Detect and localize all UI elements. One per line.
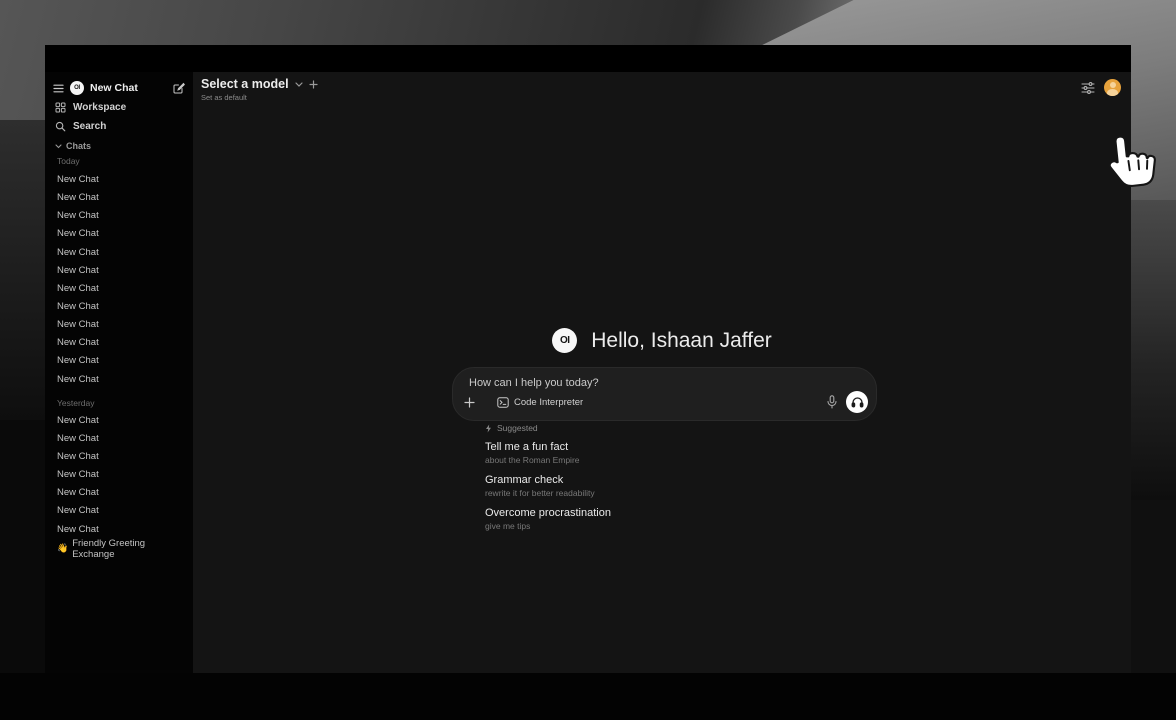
app-logo: OI: [70, 81, 84, 95]
new-chat-icon[interactable]: [173, 82, 185, 94]
app-window: OI New Chat Workspace Search: [45, 45, 1131, 673]
main-area: Select a model Set as default OI: [193, 72, 1131, 673]
suggested-prompt-title: Overcome procrastination: [485, 507, 805, 520]
code-interpreter-label: Code Interpreter: [514, 397, 583, 408]
chat-list-item[interactable]: New Chat: [45, 371, 193, 389]
chat-list-item[interactable]: New Chat: [45, 207, 193, 225]
sidebar-header: OI New Chat: [53, 78, 185, 98]
attach-plus-icon[interactable]: [464, 397, 475, 408]
chat-list-yesterday: New ChatNew ChatNew ChatNew ChatNew Chat…: [45, 412, 193, 539]
microphone-icon[interactable]: [827, 395, 837, 409]
input-controls: Code Interpreter: [453, 391, 876, 413]
sidebar: OI New Chat Workspace Search: [45, 72, 193, 673]
suggested-label: Suggested: [497, 423, 538, 433]
chat-input-card[interactable]: How can I help you today? Code Interpret…: [452, 367, 877, 421]
chat-list-item[interactable]: New Chat: [45, 412, 193, 430]
chat-list-item[interactable]: New Chat: [45, 334, 193, 352]
bolt-icon: [485, 424, 492, 433]
grid-icon: [55, 102, 66, 113]
desktop: OI New Chat Workspace Search: [0, 0, 1176, 720]
chat-list-item[interactable]: New Chat: [45, 225, 193, 243]
wallpaper-right: [1130, 200, 1176, 500]
sidebar-toggle-icon[interactable]: [53, 84, 64, 93]
suggested-prompt[interactable]: Tell me a fun fact about the Roman Empir…: [485, 441, 805, 466]
sidebar-item-search[interactable]: Search: [45, 117, 193, 136]
input-right-controls: [827, 391, 868, 413]
chat-list-today: New ChatNew ChatNew ChatNew ChatNew Chat…: [45, 171, 193, 389]
controls-sliders-icon[interactable]: [1081, 82, 1095, 94]
chat-list-item[interactable]: New Chat: [45, 484, 193, 502]
greeting-text: Hello, Ishaan Jaffer: [591, 329, 772, 353]
suggested-prompt-title: Grammar check: [485, 474, 805, 487]
workspace-label: Workspace: [73, 102, 126, 113]
chat-list-item[interactable]: New Chat: [45, 521, 193, 539]
chat-list-item[interactable]: New Chat: [45, 298, 193, 316]
set-default-link[interactable]: Set as default: [201, 93, 318, 102]
voice-call-button[interactable]: [846, 391, 868, 413]
chat-list-item[interactable]: New Chat: [45, 189, 193, 207]
model-selector[interactable]: Select a model: [201, 77, 289, 91]
user-avatar[interactable]: [1104, 79, 1121, 96]
chat-list-item[interactable]: New Chat: [45, 280, 193, 298]
terminal-icon: [497, 397, 509, 408]
chevron-down-icon[interactable]: [295, 82, 303, 87]
wave-emoji-icon: 👋: [57, 543, 68, 554]
topbar-right: [1081, 79, 1121, 96]
sidebar-item-workspace[interactable]: Workspace: [45, 98, 193, 117]
model-selector-bar: Select a model Set as default: [201, 77, 318, 102]
chat-list-item[interactable]: New Chat: [45, 448, 193, 466]
chevron-down-icon: [55, 144, 62, 149]
chat-list-item[interactable]: New Chat: [45, 244, 193, 262]
chat-list-item[interactable]: New Chat: [45, 430, 193, 448]
suggested-prompt-subtitle: rewrite it for better readability: [485, 487, 805, 499]
chat-list-item[interactable]: New Chat: [45, 262, 193, 280]
wallpaper-bottom: [0, 673, 1176, 720]
wallpaper-left: [0, 120, 45, 440]
chat-list-item[interactable]: New Chat: [45, 502, 193, 520]
suggested-prompt-subtitle: about the Roman Empire: [485, 454, 805, 466]
suggested-list: Tell me a fun fact about the Roman Empir…: [485, 441, 805, 532]
suggested-prompt-subtitle: give me tips: [485, 520, 805, 532]
sidebar-title: New Chat: [90, 82, 138, 94]
chat-list-item-named[interactable]: 👋 Friendly Greeting Exchange: [45, 541, 193, 557]
chat-group-label-today: Today: [45, 155, 193, 167]
add-model-icon[interactable]: [309, 80, 318, 89]
suggested-prompt-title: Tell me a fun fact: [485, 441, 805, 454]
chat-input-placeholder[interactable]: How can I help you today?: [469, 377, 599, 389]
chats-section-label: Chats: [66, 141, 91, 151]
code-interpreter-toggle[interactable]: Code Interpreter: [490, 394, 590, 411]
chat-list-item[interactable]: New Chat: [45, 171, 193, 189]
suggested-header: Suggested: [485, 422, 805, 434]
chat-list-item[interactable]: New Chat: [45, 466, 193, 484]
search-label: Search: [73, 121, 106, 132]
named-chat-label: Friendly Greeting Exchange: [72, 538, 181, 560]
chat-list-item[interactable]: New Chat: [45, 316, 193, 334]
wallpaper-bottom-left: [0, 420, 46, 680]
headphones-icon: [851, 396, 864, 408]
greeting-row: OI Hello, Ishaan Jaffer: [193, 328, 1131, 353]
suggested-prompt[interactable]: Grammar check rewrite it for better read…: [485, 474, 805, 499]
app-logo: OI: [552, 328, 577, 353]
chats-section-toggle[interactable]: Chats: [45, 139, 193, 153]
suggested-prompt[interactable]: Overcome procrastination give me tips: [485, 507, 805, 532]
suggested-section: Suggested Tell me a fun fact about the R…: [485, 422, 805, 540]
chat-list-item[interactable]: New Chat: [45, 352, 193, 370]
chat-group-label-yesterday: Yesterday: [45, 397, 193, 409]
search-icon: [55, 121, 66, 132]
